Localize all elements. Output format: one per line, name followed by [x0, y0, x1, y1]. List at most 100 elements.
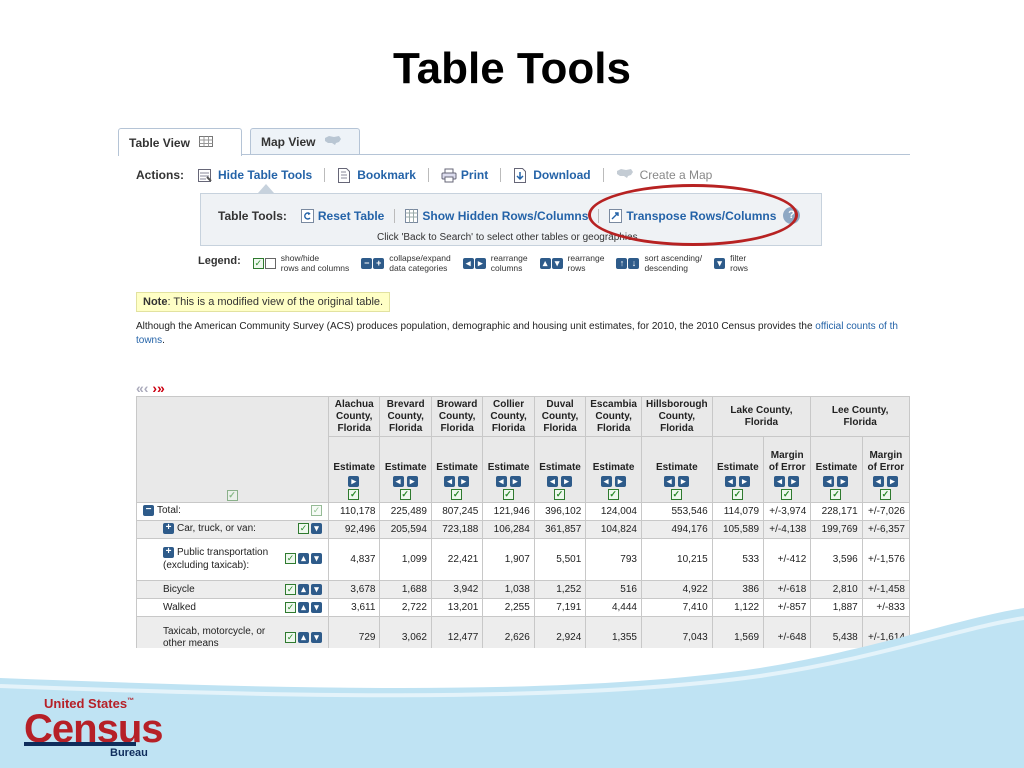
- arrow-right-icon: ▸: [474, 257, 486, 269]
- column-controls: ◂ ▸: [539, 476, 581, 487]
- arrow-left-icon[interactable]: ◂: [774, 476, 786, 487]
- checked-checkbox-icon[interactable]: ✓: [830, 489, 842, 500]
- towns-link[interactable]: towns: [136, 335, 162, 346]
- table-row: + Public transportation (excluding taxica…: [136, 538, 910, 581]
- checked-checkbox-icon[interactable]: ✓: [731, 489, 743, 500]
- bookmark-link[interactable]: Bookmark: [337, 167, 416, 183]
- column-label: Estimate: [333, 462, 376, 473]
- intro-text-end: .: [162, 335, 165, 346]
- arrow-right-icon[interactable]: ▸: [788, 476, 800, 487]
- arrow-down-icon[interactable]: ▾: [311, 583, 322, 595]
- official-counts-link[interactable]: official counts of th: [815, 321, 898, 332]
- table-cell: 516: [585, 580, 642, 599]
- arrow-right-icon[interactable]: ▸: [561, 476, 573, 487]
- arrow-right-icon[interactable]: ▸: [614, 476, 626, 487]
- legend-item-rearrange-rows: ▴ ▾ rearrange rows: [539, 253, 604, 273]
- checked-checkbox-icon[interactable]: ✓: [502, 489, 514, 500]
- arrow-left-icon[interactable]: ◂: [663, 476, 675, 487]
- arrow-right-icon[interactable]: ▸: [458, 476, 470, 487]
- reset-table-label: Reset Table: [317, 209, 385, 223]
- column-controls: ◂ ▸: [646, 476, 708, 487]
- actions-bar: Actions: Hide Table Tools Bookmark Print…: [136, 166, 712, 184]
- checked-checkbox-icon[interactable]: ✓: [879, 489, 891, 500]
- arrow-left-icon[interactable]: ◂: [444, 476, 456, 487]
- print-link[interactable]: Print: [441, 168, 488, 183]
- column-label: Margin of Error: [768, 450, 806, 473]
- table-cell: +/-412: [763, 538, 812, 581]
- table-cell: 106,284: [482, 520, 535, 539]
- logo-bar: [24, 742, 136, 746]
- prev-columns-button[interactable]: «‹: [136, 380, 148, 396]
- arrow-right-icon[interactable]: ▸: [509, 476, 521, 487]
- us-map-icon: [324, 135, 342, 149]
- column-label: Estimate: [592, 462, 635, 473]
- checked-checkbox-icon[interactable]: ✓: [348, 489, 360, 500]
- legend-item-filter: ▾ filter rows: [714, 253, 748, 273]
- checked-checkbox-icon[interactable]: ✓: [285, 553, 296, 565]
- column-label: Estimate: [655, 462, 698, 473]
- corner-cell: ✓: [136, 396, 329, 503]
- reset-icon: [300, 209, 314, 223]
- expand-icon[interactable]: +: [163, 547, 174, 559]
- arrow-left-icon[interactable]: ◂: [392, 476, 404, 487]
- arrow-right-icon[interactable]: ▸: [348, 476, 360, 487]
- census-table-screenshot: Table View Map View Actions: Hide Table …: [118, 126, 910, 648]
- table-cell: +/-6,357: [861, 520, 910, 539]
- county-name: Alachua County, Florida: [334, 398, 374, 434]
- checked-checkbox-icon[interactable]: ✓: [670, 489, 682, 500]
- table-cell: 1,907: [482, 538, 535, 581]
- show-hidden-label: Show Hidden Rows/Columns: [422, 209, 589, 223]
- table-cell: 4,837: [327, 538, 381, 581]
- arrow-left-icon[interactable]: ◂: [724, 476, 736, 487]
- arrow-down-icon[interactable]: ▾: [311, 523, 322, 535]
- separator: [500, 168, 502, 182]
- arrow-up-icon[interactable]: ▴: [298, 553, 309, 565]
- filter-icon: ▾: [714, 257, 726, 269]
- checked-checkbox-icon[interactable]: ✓: [226, 490, 238, 501]
- collapse-icon[interactable]: −: [143, 505, 154, 517]
- checked-checkbox-icon[interactable]: ✓: [298, 523, 309, 535]
- arrow-right-icon[interactable]: ▸: [886, 476, 898, 487]
- tab-divider: [242, 154, 910, 155]
- download-link[interactable]: Download: [513, 167, 591, 183]
- legend-item-show-hide: ✓ show/hide rows and columns: [252, 253, 349, 273]
- arrow-left-icon[interactable]: ◂: [823, 476, 835, 487]
- reset-table-link[interactable]: Reset Table: [300, 209, 385, 223]
- column-header: Margin of Error ◂ ▸ ✓: [763, 436, 812, 503]
- next-columns-button[interactable]: ›»: [152, 380, 164, 396]
- checked-checkbox-icon[interactable]: ✓: [781, 489, 793, 500]
- arrow-left-icon[interactable]: ◂: [547, 476, 559, 487]
- show-hidden-link[interactable]: Show Hidden Rows/Columns: [405, 209, 588, 223]
- legend-label: Legend:: [198, 255, 241, 267]
- column-checkbox: ✓: [768, 489, 806, 500]
- arrow-down-icon[interactable]: ▾: [311, 553, 322, 565]
- column-checkbox: ✓: [590, 489, 637, 500]
- column-label: Estimate: [815, 462, 858, 473]
- table-cell: 807,245: [430, 502, 484, 521]
- expand-icon[interactable]: +: [163, 523, 174, 535]
- callout-ellipse: [588, 184, 798, 246]
- arrow-left-icon[interactable]: ◂: [495, 476, 507, 487]
- tab-map-view[interactable]: Map View: [250, 128, 360, 155]
- arrow-up-icon[interactable]: ▴: [298, 583, 309, 595]
- checked-checkbox-icon[interactable]: ✓: [554, 489, 566, 500]
- arrow-left-icon[interactable]: ◂: [600, 476, 612, 487]
- panel-pointer: [258, 184, 274, 193]
- table-cell: +/-618: [763, 580, 812, 599]
- arrow-left-icon[interactable]: ◂: [872, 476, 884, 487]
- checked-checkbox-icon[interactable]: ✓: [285, 583, 296, 595]
- arrow-right-icon[interactable]: ▸: [677, 476, 689, 487]
- intro-paragraph: Although the American Community Survey (…: [136, 320, 910, 348]
- county-name: Collier County, Florida: [490, 398, 527, 434]
- arrow-right-icon[interactable]: ▸: [738, 476, 750, 487]
- checked-checkbox-icon[interactable]: ✓: [311, 505, 322, 517]
- arrow-up-icon: ▴: [539, 257, 551, 269]
- checked-checkbox-icon[interactable]: ✓: [399, 489, 411, 500]
- tab-table-view[interactable]: Table View: [118, 128, 242, 156]
- arrow-right-icon[interactable]: ▸: [406, 476, 418, 487]
- hide-table-tools-link[interactable]: Hide Table Tools: [198, 168, 312, 183]
- column-header: Estimate ◂ ▸ ✓: [430, 436, 484, 503]
- checked-checkbox-icon[interactable]: ✓: [607, 489, 619, 500]
- arrow-right-icon[interactable]: ▸: [837, 476, 849, 487]
- checked-checkbox-icon[interactable]: ✓: [451, 489, 463, 500]
